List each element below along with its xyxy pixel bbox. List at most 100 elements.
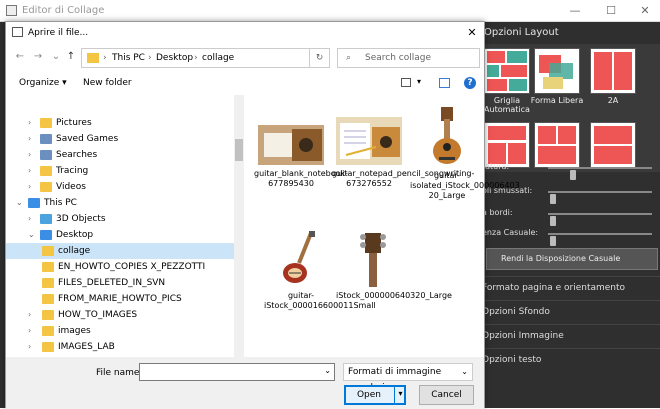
file-name: iStock_000000640320_Large bbox=[336, 291, 452, 300]
file-item[interactable]: guitar_blank_notebook-677895430 bbox=[254, 125, 349, 189]
slider-knob[interactable] bbox=[549, 236, 556, 246]
expand-chevron-icon[interactable]: › bbox=[28, 115, 31, 131]
slider-knob[interactable] bbox=[549, 194, 556, 204]
file-name: guitar_blank_notebook-677895430 bbox=[254, 169, 349, 188]
slider-track[interactable] bbox=[548, 167, 652, 180]
tree-item[interactable]: › images bbox=[6, 323, 234, 339]
open-options-dropdown-icon[interactable]: ▾ bbox=[394, 385, 406, 405]
expand-chevron-icon[interactable]: › bbox=[28, 179, 31, 195]
search-placeholder: Search collage bbox=[365, 53, 432, 63]
close-button[interactable]: ✕ bbox=[630, 3, 660, 19]
tree-item[interactable]: › Tracing bbox=[6, 163, 234, 179]
tree-item[interactable]: EN_HOWTO_COPIES X_PEZZOTTI bbox=[6, 259, 234, 275]
folder-icon bbox=[42, 310, 54, 320]
page-format-section[interactable]: Formato pagina e orientamento bbox=[478, 276, 660, 298]
folder-icon bbox=[42, 262, 54, 272]
dialog-close-icon[interactable]: ✕ bbox=[464, 25, 480, 41]
tree-item[interactable]: collage bbox=[6, 243, 234, 259]
address-bar[interactable]: › This PC › Desktop › collage bbox=[81, 48, 310, 68]
expand-chevron-icon[interactable]: › bbox=[28, 211, 31, 227]
up-arrow-icon[interactable]: ↑ bbox=[64, 50, 78, 64]
search-icon: ⌕ bbox=[346, 53, 352, 63]
tree-item[interactable]: › IMAGES_LAB bbox=[6, 339, 234, 355]
tree-item[interactable]: ⌄ Desktop bbox=[6, 227, 234, 243]
tree-item[interactable]: › Saved Games bbox=[6, 131, 234, 147]
slider-track[interactable] bbox=[548, 213, 652, 226]
slider-label: enza Casuale: bbox=[482, 228, 539, 237]
minimize-button[interactable]: — bbox=[560, 3, 590, 19]
tree-item-label: Tracing bbox=[56, 166, 89, 176]
layout-auto-grid-thumbnail[interactable] bbox=[484, 48, 530, 94]
refresh-icon[interactable]: ↻ bbox=[310, 48, 330, 68]
tree-item[interactable]: FROM_MARIE_HOWTO_PICS bbox=[6, 291, 234, 307]
tree-item[interactable]: › HOW_TO_IMAGES bbox=[6, 307, 234, 323]
forward-arrow-icon[interactable]: → bbox=[31, 50, 45, 64]
slider-knob[interactable] bbox=[569, 170, 576, 180]
tree-item[interactable]: FILES_DELETED_IN_SVN bbox=[6, 275, 234, 291]
slider-track[interactable] bbox=[548, 233, 652, 246]
tree-item[interactable]: › Pictures bbox=[6, 115, 234, 131]
slider-knob[interactable] bbox=[549, 216, 556, 226]
image-options-section[interactable]: Opzioni Immagine bbox=[478, 324, 660, 346]
file-name: guitar_notepad_pencil_songwriting-673276… bbox=[332, 169, 475, 188]
search-input[interactable]: ⌕ Search collage bbox=[337, 48, 480, 68]
file-name-dropdown-icon[interactable]: ⌄ bbox=[324, 366, 331, 375]
expand-chevron-icon[interactable]: › bbox=[28, 147, 31, 163]
recent-locations-chevron-icon[interactable]: ⌄ bbox=[49, 50, 63, 64]
expand-chevron-icon[interactable]: › bbox=[28, 131, 31, 147]
file-item[interactable]: iStock_000000640320_Large bbox=[336, 229, 452, 301]
breadcrumb-desktop[interactable]: Desktop bbox=[156, 53, 193, 63]
view-options-icon[interactable] bbox=[401, 78, 411, 87]
tree-scrollbar[interactable] bbox=[234, 95, 244, 379]
file-item[interactable]: guitar-isolated_iStock_000006403 20_Larg… bbox=[410, 103, 520, 201]
scrollbar-thumb[interactable] bbox=[235, 139, 243, 161]
text-options-section[interactable]: Opzioni testo bbox=[478, 348, 660, 370]
cancel-button[interactable]: Cancel bbox=[419, 385, 474, 405]
randomize-layout-button[interactable]: Rendi la Disposizione Casuale bbox=[486, 248, 658, 270]
file-item[interactable]: guitar-iStock_000016600011Small bbox=[264, 229, 376, 311]
file-name-input[interactable]: ⌄ bbox=[139, 363, 335, 381]
app-titlebar: Editor di Collage — ☐ ✕ bbox=[0, 0, 660, 22]
tree-item[interactable]: ⌄ This PC bbox=[6, 195, 234, 211]
collapse-chevron-icon[interactable]: ⌄ bbox=[16, 195, 23, 211]
file-list: guitar_blank_notebook-677895430 guitar_n… bbox=[246, 95, 520, 379]
slider-track[interactable] bbox=[548, 191, 652, 204]
dialog-title: Aprire il file... bbox=[28, 28, 89, 38]
folder-icon bbox=[42, 246, 54, 256]
layout-options-header[interactable]: Opzioni Layout bbox=[478, 22, 660, 44]
view-dropdown-icon[interactable]: ▾ bbox=[417, 77, 421, 86]
layout-free-form-thumbnail[interactable] bbox=[534, 48, 580, 94]
tree-item[interactable]: › Searches bbox=[6, 147, 234, 163]
folder-icon bbox=[42, 294, 54, 304]
expand-chevron-icon[interactable]: › bbox=[28, 323, 31, 339]
background-options-section[interactable]: Opzioni Sfondo bbox=[478, 300, 660, 322]
breadcrumb-this-pc[interactable]: This PC bbox=[112, 53, 145, 63]
preview-pane-icon[interactable] bbox=[439, 78, 450, 88]
layout-2a-thumbnail[interactable] bbox=[590, 48, 636, 94]
folder-icon bbox=[40, 230, 52, 240]
tree-item-label: FILES_DELETED_IN_SVN bbox=[58, 278, 166, 288]
organize-button[interactable]: Organize ▾ bbox=[19, 78, 67, 88]
back-arrow-icon[interactable]: ← bbox=[13, 50, 27, 64]
tree-item[interactable]: › Videos bbox=[6, 179, 234, 195]
file-type-select[interactable]: Formati di immagine popolari ⌄ bbox=[343, 363, 473, 393]
guitar-neck-thumbnail bbox=[423, 103, 471, 167]
app-title: Editor di Collage bbox=[22, 5, 105, 16]
open-button-label: Open bbox=[356, 390, 382, 400]
expand-chevron-icon[interactable]: › bbox=[28, 163, 31, 179]
expand-chevron-icon[interactable]: › bbox=[28, 307, 31, 323]
folder-icon bbox=[40, 134, 52, 144]
help-icon[interactable]: ? bbox=[464, 77, 476, 89]
tree-item[interactable]: › 3D Objects bbox=[6, 211, 234, 227]
guitar-notebook-thumbnail bbox=[258, 125, 324, 165]
folder-icon bbox=[40, 182, 52, 192]
file-item[interactable]: guitar_notepad_pencil_songwriting-673276… bbox=[332, 117, 475, 189]
auto-grid-icon bbox=[487, 51, 527, 91]
expand-chevron-icon[interactable]: › bbox=[28, 339, 31, 355]
maximize-button[interactable]: ☐ bbox=[596, 3, 626, 19]
tree-item-label: Saved Games bbox=[56, 134, 119, 144]
breadcrumb-collage[interactable]: collage bbox=[202, 53, 234, 63]
folder-icon bbox=[42, 342, 54, 352]
collapse-chevron-icon[interactable]: ⌄ bbox=[28, 227, 35, 243]
new-folder-button[interactable]: New folder bbox=[83, 78, 132, 88]
